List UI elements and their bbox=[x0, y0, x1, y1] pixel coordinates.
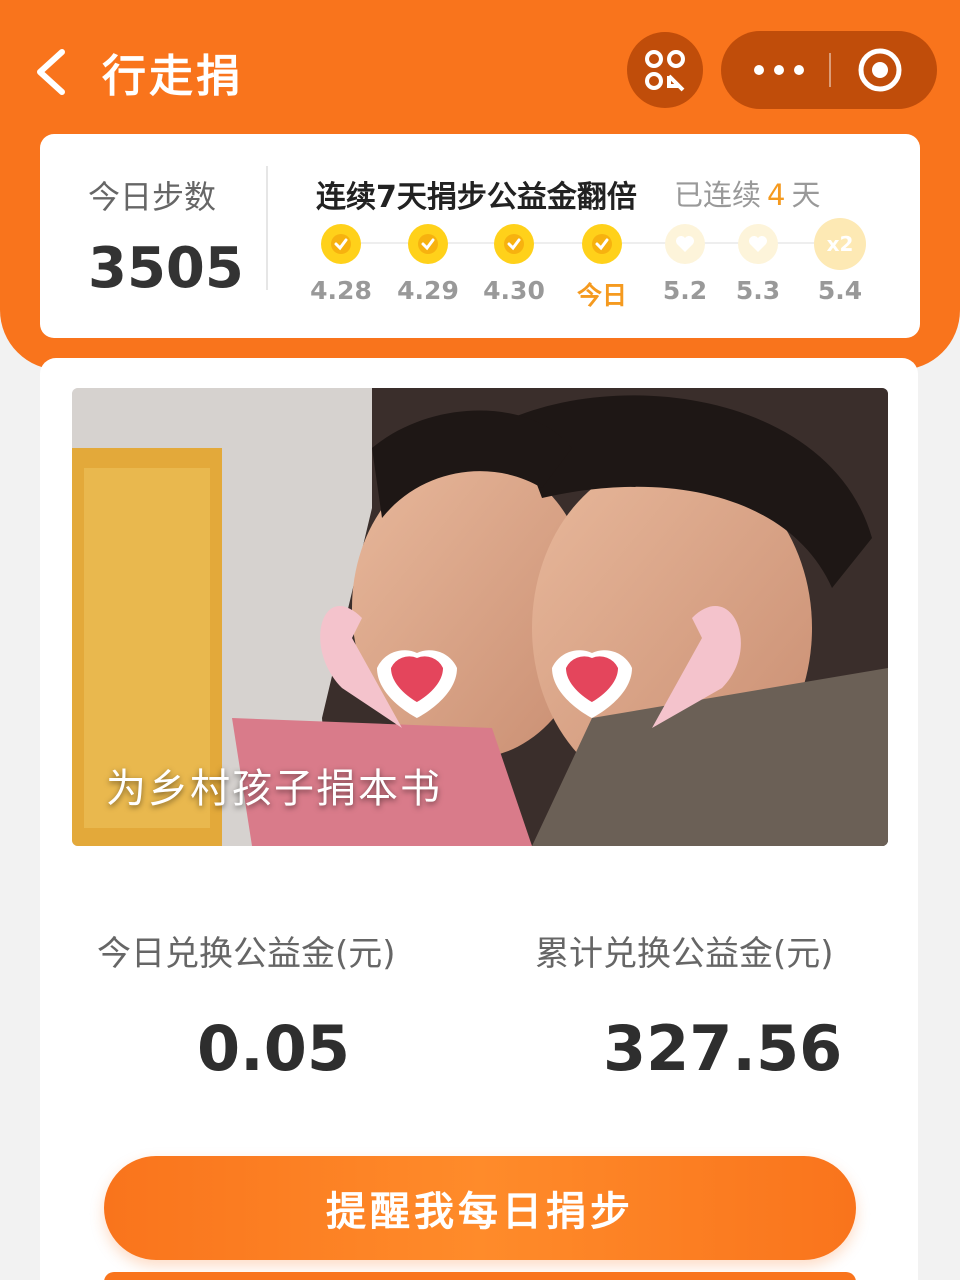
total-donation-label: 累计兑换公益金(元) bbox=[535, 934, 834, 974]
remind-daily-button[interactable]: 提醒我每日捐步 bbox=[104, 1156, 856, 1260]
check-icon bbox=[504, 234, 524, 254]
today-donation-label: 今日兑换公益金(元) bbox=[97, 934, 396, 974]
day-label: 4.29 bbox=[397, 276, 459, 305]
close-target-icon[interactable] bbox=[857, 47, 903, 93]
day-node-done bbox=[408, 224, 448, 264]
day-label: 5.2 bbox=[662, 276, 708, 305]
miniprogram-capsule bbox=[721, 31, 937, 109]
day-label-today: 今日 bbox=[576, 281, 627, 310]
secondary-button-edge[interactable] bbox=[104, 1272, 856, 1280]
day-node-done bbox=[321, 224, 361, 264]
check-icon bbox=[592, 234, 612, 254]
today-donation-value: 0.05 bbox=[197, 1012, 350, 1085]
total-donation-value: 327.56 bbox=[603, 1012, 843, 1085]
streak-status: 已连续 4 天 bbox=[674, 172, 820, 214]
streak-title: 连续7天捐步公益金翻倍 bbox=[316, 180, 637, 215]
day-node-today bbox=[582, 224, 622, 264]
streak-suffix: 天 bbox=[791, 178, 821, 212]
heart-icon bbox=[749, 236, 767, 252]
check-icon bbox=[418, 234, 438, 254]
steps-card: 今日步数 3505 连续7天捐步公益金翻倍 已连续 4 天 x2 4.28 4.29… bbox=[40, 134, 920, 338]
check-icon bbox=[331, 234, 351, 254]
more-icon[interactable] bbox=[751, 58, 807, 82]
day-node-future bbox=[665, 224, 705, 264]
today-steps-label: 今日步数 bbox=[88, 178, 217, 216]
day-label: 4.30 bbox=[483, 276, 545, 305]
scan-button[interactable] bbox=[627, 32, 703, 108]
day-node-bonus: x2 bbox=[814, 218, 866, 270]
streak-timeline: x2 4.28 4.29 4.30 今日 5.2 5.3 5.4 bbox=[40, 218, 920, 312]
day-label: 4.28 bbox=[310, 276, 372, 305]
scan-icon bbox=[645, 50, 685, 92]
day-label: 5.4 bbox=[817, 276, 863, 305]
day-node-future bbox=[738, 224, 778, 264]
streak-days: 4 bbox=[767, 178, 786, 212]
back-arrow-icon[interactable] bbox=[28, 44, 78, 100]
top-bar: 行走捐 bbox=[0, 0, 960, 135]
page-title: 行走捐 bbox=[102, 51, 243, 102]
day-label: 5.3 bbox=[735, 276, 781, 305]
banner-caption: 为乡村孩子捐本书 bbox=[106, 766, 442, 812]
project-banner-image[interactable]: 为乡村孩子捐本书 bbox=[72, 388, 888, 846]
heart-icon bbox=[676, 236, 694, 252]
capsule-divider bbox=[829, 53, 831, 87]
streak-prefix: 已连续 bbox=[674, 178, 762, 212]
day-node-done bbox=[494, 224, 534, 264]
